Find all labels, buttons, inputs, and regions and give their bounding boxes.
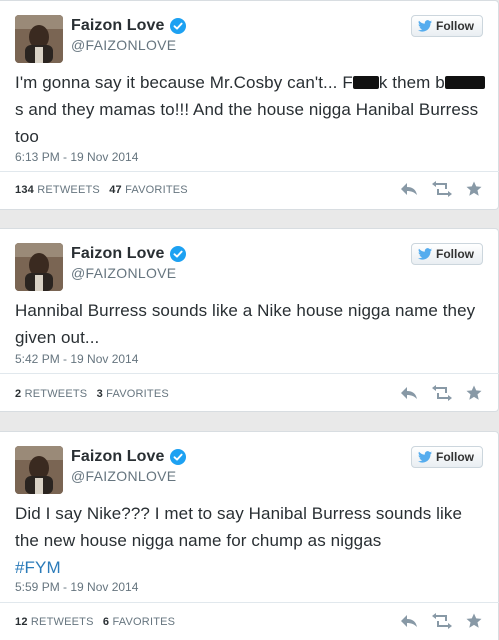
tweet-actions [400, 181, 482, 197]
star-icon[interactable] [466, 181, 482, 197]
tweet-card-3: Faizon Love @FAIZONLOVE Follow Did I say… [0, 431, 499, 640]
retweets-label: RETWEETS [37, 184, 100, 196]
tweet-text: Hannibal Burress sounds like a Nike hous… [15, 301, 476, 347]
tweet-card-2: Faizon Love @FAIZONLOVE Follow Hannibal … [0, 228, 499, 412]
follow-button[interactable]: Follow [411, 15, 483, 37]
timestamp[interactable]: 5:59 PM - 19 Nov 2014 [15, 580, 138, 594]
tweet-stats: 2 RETWEETS 3 FAVORITES [15, 388, 169, 400]
tweet-stats: 12 RETWEETS 6 FAVORITES [15, 616, 175, 628]
retweet-icon[interactable] [432, 181, 452, 197]
reply-icon[interactable] [400, 181, 418, 197]
star-icon[interactable] [466, 613, 482, 629]
favorite-count[interactable]: 47 [109, 184, 122, 196]
verified-badge-icon [169, 18, 186, 34]
display-name[interactable]: Faizon Love [71, 245, 165, 263]
verified-badge-icon [169, 246, 186, 262]
tweet-stats: 134 RETWEETS 47 FAVORITES [15, 184, 188, 196]
avatar[interactable] [15, 243, 63, 291]
redaction-mark [352, 76, 379, 89]
favorites-label: FAVORITES [112, 616, 176, 628]
retweet-count[interactable]: 2 [15, 388, 21, 400]
divider [0, 373, 499, 374]
timestamp[interactable]: 5:42 PM - 19 Nov 2014 [15, 352, 138, 366]
tweet-text: Did I say Nike??? I met to say Hanibal B… [15, 504, 463, 577]
redaction-mark [444, 76, 485, 89]
tweet-header: Faizon Love @FAIZONLOVE Follow [15, 15, 485, 63]
tweet-actions [400, 385, 482, 401]
reply-icon[interactable] [400, 385, 418, 401]
twitter-bird-icon [418, 20, 432, 32]
tweet-header: Faizon Love @FAIZONLOVE Follow [15, 446, 485, 494]
timestamp[interactable]: 6:13 PM - 19 Nov 2014 [15, 150, 138, 164]
handle[interactable]: @FAIZONLOVE [71, 37, 176, 53]
divider [0, 602, 499, 603]
tweet-card-1: Faizon Love @FAIZONLOVE Follow I'm gonna… [0, 0, 499, 210]
favorite-count[interactable]: 6 [103, 616, 109, 628]
follow-label: Follow [436, 247, 474, 261]
tweet-header: Faizon Love @FAIZONLOVE Follow [15, 243, 485, 291]
verified-badge-icon [169, 449, 186, 465]
divider [0, 171, 499, 172]
display-name[interactable]: Faizon Love [71, 17, 165, 35]
follow-button[interactable]: Follow [411, 243, 483, 265]
avatar[interactable] [15, 446, 63, 494]
handle[interactable]: @FAIZONLOVE [71, 265, 176, 281]
reply-icon[interactable] [400, 613, 418, 629]
favorites-label: FAVORITES [125, 184, 188, 196]
avatar[interactable] [15, 15, 63, 63]
retweet-count[interactable]: 134 [15, 184, 34, 196]
twitter-bird-icon [418, 248, 432, 260]
retweet-icon[interactable] [432, 613, 452, 629]
follow-label: Follow [436, 450, 474, 464]
star-icon[interactable] [466, 385, 482, 401]
retweet-count[interactable]: 12 [15, 616, 28, 628]
handle[interactable]: @FAIZONLOVE [71, 468, 176, 484]
retweet-icon[interactable] [432, 385, 452, 401]
retweets-label: RETWEETS [30, 616, 94, 628]
retweets-label: RETWEETS [24, 388, 88, 400]
hashtag-link[interactable]: #FYM [15, 558, 61, 577]
follow-button[interactable]: Follow [411, 446, 483, 468]
tweet-text: I'm gonna say it because Mr.Cosby can't.… [15, 69, 485, 150]
favorite-count[interactable]: 3 [97, 388, 103, 400]
tweet-actions [400, 613, 482, 629]
follow-label: Follow [436, 19, 474, 33]
favorites-label: FAVORITES [106, 388, 169, 400]
twitter-bird-icon [418, 451, 432, 463]
display-name[interactable]: Faizon Love [71, 448, 165, 466]
